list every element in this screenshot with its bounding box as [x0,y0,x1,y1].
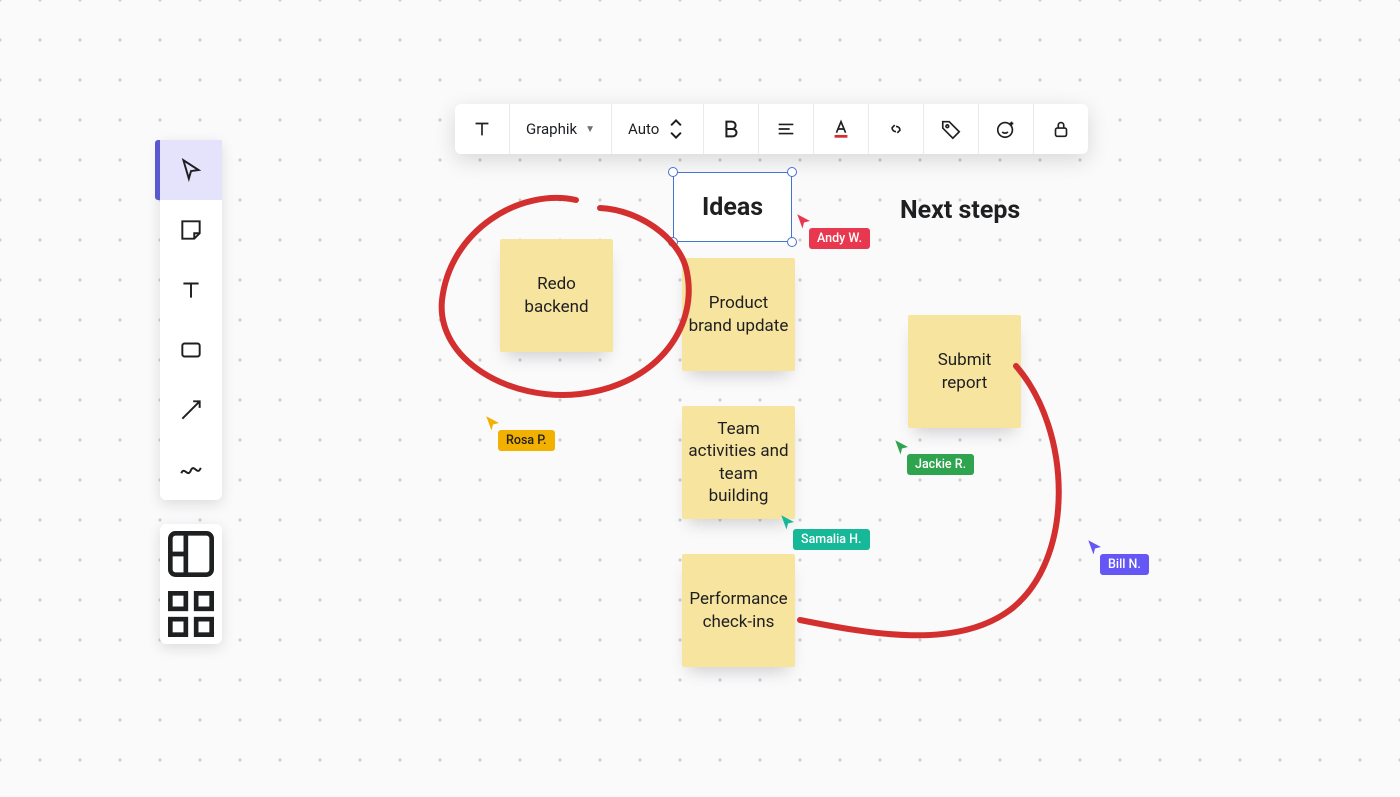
cursor-tag: Andy W. [809,228,870,249]
format-text-color[interactable] [814,104,869,154]
note-text: Product brand update [688,292,789,336]
link-icon [885,118,907,140]
selected-text-ideas[interactable]: Ideas [673,172,792,242]
tool-connector[interactable] [160,380,222,440]
note-text: Redo backend [506,273,607,317]
note-text: Team activities and team building [688,418,789,506]
tag-icon [940,118,962,140]
cursor-icon [178,157,204,183]
dropdown-arrow-icon: ▼ [585,124,595,135]
secondary-toolbar [160,524,222,644]
heading-ideas: Ideas [674,173,791,241]
tool-draw[interactable] [160,440,222,500]
format-bold[interactable] [704,104,759,154]
note-text: Submit report [914,349,1015,393]
tool-select[interactable] [160,140,222,200]
rectangle-icon [178,337,204,363]
format-align[interactable] [759,104,814,154]
section-layout-icon [160,523,222,585]
tool-widgets[interactable] [160,584,222,644]
cursor-andy: Andy W. [795,212,813,230]
format-text-type[interactable] [455,104,510,154]
format-font-family[interactable]: Graphik ▼ [510,104,612,154]
lock-icon [1050,118,1072,140]
font-family-label: Graphik [526,120,577,138]
arrow-icon [178,397,204,423]
align-icon [775,118,797,140]
cursor-tag: Jackie R. [907,454,974,475]
tool-shape[interactable] [160,320,222,380]
note-text: Performance check-ins [688,588,789,632]
tool-text[interactable] [160,260,222,320]
cursor-rosa: Rosa P. [484,414,502,432]
note-team-activities[interactable]: Team activities and team building [682,406,795,519]
cursor-jackie: Jackie R. [893,438,911,456]
heading-next-steps[interactable]: Next steps [900,196,1020,225]
cursor-tag: Bill N. [1100,554,1149,575]
tool-section[interactable] [160,524,222,584]
format-link[interactable] [869,104,924,154]
text-type-icon [471,118,493,140]
text-icon [178,277,204,303]
text-format-toolbar: Graphik ▼ Auto [455,104,1088,154]
note-redo-backend[interactable]: Redo backend [500,239,613,352]
squiggle-icon [178,457,204,483]
stepper-icon [665,118,687,140]
cursor-tag: Rosa P. [498,430,555,451]
format-lock[interactable] [1034,104,1088,154]
sticky-note-icon [178,217,204,243]
note-performance[interactable]: Performance check-ins [682,554,795,667]
whiteboard-canvas[interactable]: Graphik ▼ Auto [0,0,1400,797]
note-submit-report[interactable]: Submit report [908,315,1021,428]
font-size-label: Auto [628,120,659,138]
bold-icon [720,118,742,140]
note-product-brand[interactable]: Product brand update [682,258,795,371]
text-color-icon [830,118,852,140]
format-tag[interactable] [924,104,979,154]
emoji-add-icon [995,118,1017,140]
tool-sticky-note[interactable] [160,200,222,260]
format-font-size[interactable]: Auto [612,104,704,154]
primary-toolbar [160,140,222,500]
cursor-bill: Bill N. [1086,538,1104,556]
format-emoji[interactable] [979,104,1034,154]
apps-grid-icon [160,583,222,645]
cursor-tag: Samalia H. [793,529,870,550]
